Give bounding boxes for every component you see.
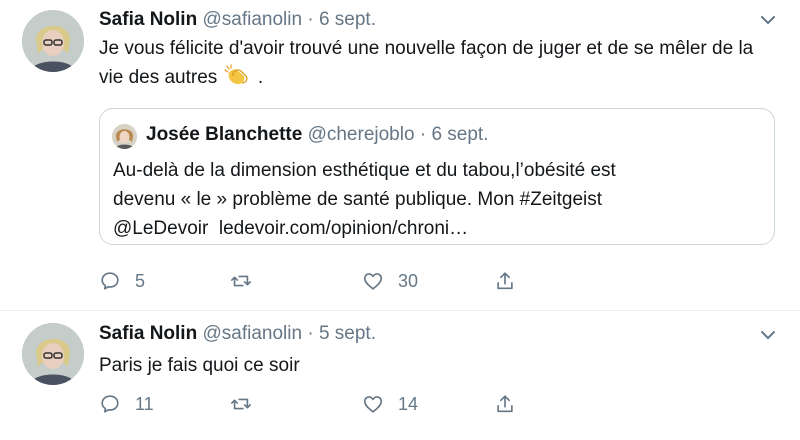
trailing-period: . bbox=[257, 67, 264, 88]
clapping-hands-emoji bbox=[223, 64, 253, 86]
tweet-header: Safia Nolin @safianolin · 5 sept. bbox=[99, 323, 376, 345]
share-icon bbox=[497, 395, 513, 413]
quoted-header: Josée Blanchette @cherejoblo · 6 sept. bbox=[146, 124, 488, 146]
tweet[interactable]: Safia Nolin @safianolin · 5 sept. Paris … bbox=[0, 311, 800, 440]
quoted-display-name: Josée Blanchette bbox=[146, 124, 303, 145]
like-count: 30 bbox=[398, 270, 419, 291]
like-icon bbox=[363, 396, 383, 413]
avatar[interactable] bbox=[22, 10, 84, 72]
quoted-user-handle: @cherejoblo bbox=[307, 124, 415, 145]
like-button[interactable]: 14 bbox=[362, 389, 418, 419]
quoted-text-line: devenu « le » problème de santé publique… bbox=[113, 189, 603, 210]
quoted-tweet[interactable]: Josée Blanchette @cherejoblo · 6 sept. A… bbox=[99, 108, 775, 245]
reply-button[interactable]: 11 bbox=[99, 389, 154, 419]
reply-icon bbox=[101, 395, 119, 413]
separator-dot: · bbox=[307, 9, 314, 30]
separator-dot: · bbox=[307, 323, 314, 344]
like-count: 14 bbox=[398, 393, 419, 414]
reply-count: 5 bbox=[135, 270, 146, 291]
like-button[interactable]: 30 bbox=[362, 266, 418, 296]
quoted-text-line: @LeDevoir ledevoir.com/opinion/chroni… bbox=[113, 218, 469, 239]
user-handle[interactable]: @safianolin bbox=[202, 323, 302, 344]
reply-count: 11 bbox=[135, 393, 154, 414]
quoted-date: 6 sept. bbox=[431, 124, 489, 145]
tweet-header: Safia Nolin @safianolin · 6 sept. bbox=[99, 9, 376, 31]
share-button[interactable] bbox=[494, 266, 516, 296]
quoted-avatar[interactable] bbox=[112, 124, 137, 149]
reply-icon bbox=[101, 272, 119, 290]
tweet-date[interactable]: 6 sept. bbox=[319, 9, 376, 30]
user-handle[interactable]: @safianolin bbox=[202, 9, 302, 30]
tweet-actions: 11 14 bbox=[99, 389, 539, 419]
tweet-date[interactable]: 5 sept. bbox=[319, 323, 376, 344]
tweet[interactable]: Safia Nolin @safianolin · 6 sept. Je vou… bbox=[0, 0, 800, 311]
quoted-text-line: Au-delà de la dimension esthétique et du… bbox=[113, 160, 616, 181]
tweet-text: Je vous félicite d'avoir trouvé une nouv… bbox=[99, 34, 779, 92]
retweet-button[interactable] bbox=[230, 266, 266, 296]
separator-dot: · bbox=[419, 124, 427, 145]
tweet-text: Paris je fais quoi ce soir bbox=[99, 355, 300, 376]
tweet-actions: 5 30 bbox=[99, 266, 539, 296]
quoted-text: Au-delà de la dimension esthétique et du… bbox=[113, 156, 763, 243]
share-icon bbox=[497, 272, 513, 290]
retweet-icon bbox=[231, 398, 251, 410]
retweet-button[interactable] bbox=[230, 389, 266, 419]
like-icon bbox=[363, 273, 383, 290]
share-button[interactable] bbox=[494, 389, 516, 419]
avatar[interactable] bbox=[22, 323, 84, 385]
chevron-down-icon[interactable] bbox=[760, 14, 776, 26]
chevron-down-icon[interactable] bbox=[760, 329, 776, 341]
display-name[interactable]: Safia Nolin bbox=[99, 9, 197, 30]
retweet-icon bbox=[231, 275, 251, 287]
display-name[interactable]: Safia Nolin bbox=[99, 323, 197, 344]
reply-button[interactable]: 5 bbox=[99, 266, 145, 296]
tweet-text-content: Je vous félicite d'avoir trouvé une nouv… bbox=[99, 38, 754, 88]
